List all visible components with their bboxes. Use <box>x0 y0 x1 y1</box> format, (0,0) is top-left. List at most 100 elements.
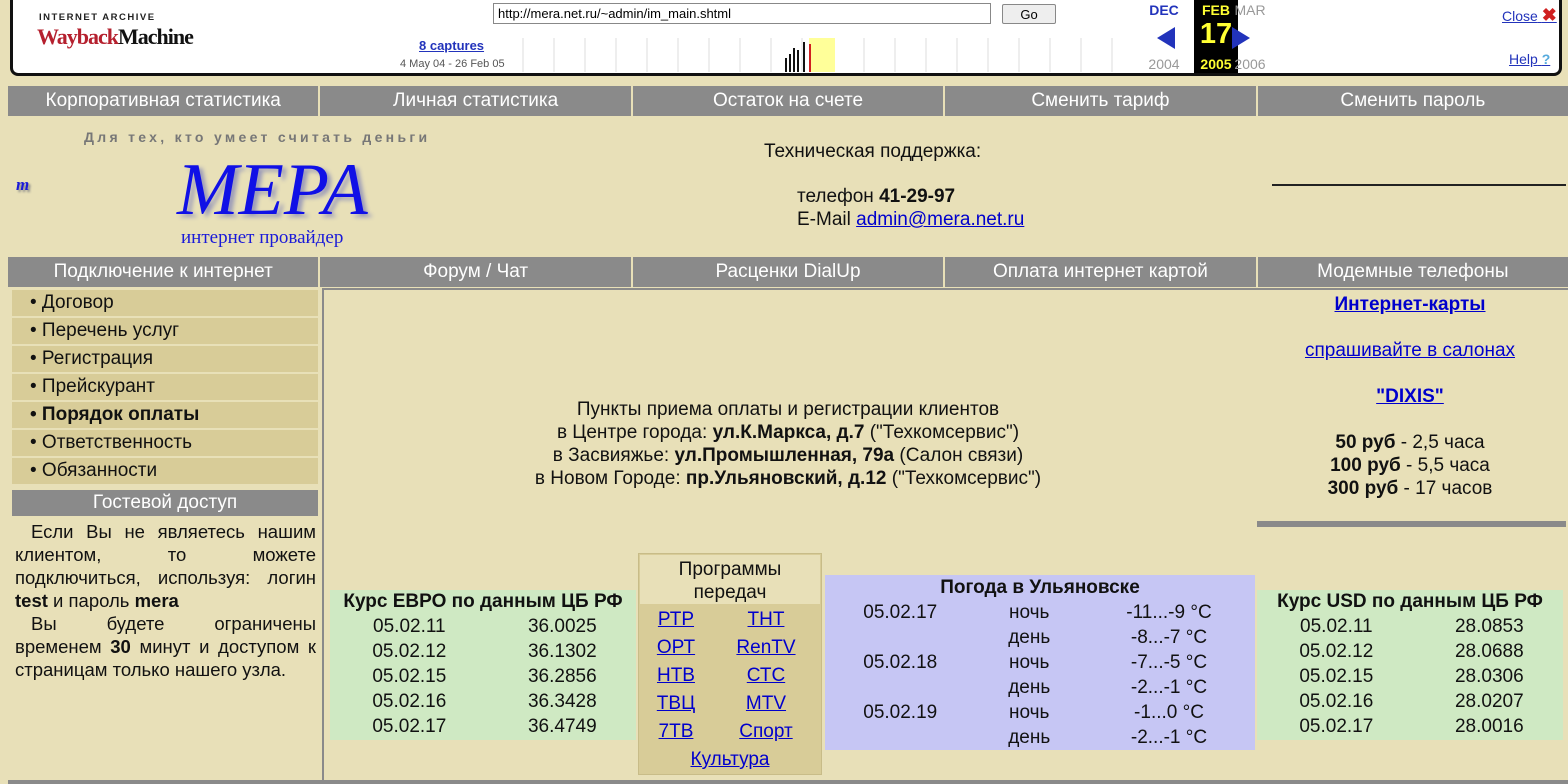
menu-corporate-stats[interactable]: Корпоративная статистика <box>8 86 321 116</box>
table-row: день -2...-1 °C <box>1008 676 1208 698</box>
euro-rates-title: Курс ЕВРО по данным ЦБ РФ <box>343 591 623 612</box>
euro-rates: Курс ЕВРО по данным ЦБ РФ 05.02.11 36.002… <box>330 590 636 740</box>
divider <box>8 780 1568 784</box>
sidebar-item-payment-order[interactable]: • Порядок оплаты <box>12 402 318 428</box>
sidebar-item-contract[interactable]: • Договор <box>12 290 318 316</box>
tv-channel-rentv[interactable]: RenTV <box>736 637 795 658</box>
tv-programs: Программы передач РТР ТНТ ОРТ RenTV НТВ СТС … <box>638 553 822 775</box>
internet-cards: Интернет-карты спрашивайте в салонах "DI… <box>1257 290 1563 500</box>
wayback-prev-arrow-icon[interactable] <box>1157 27 1175 49</box>
email-label: E-Mail <box>797 209 851 230</box>
menu-balance[interactable]: Остаток на счете <box>632 86 946 116</box>
tv-channel-rtr[interactable]: РТР <box>658 609 694 630</box>
sidebar-item-services[interactable]: • Перечень услуг <box>12 318 318 344</box>
menu-modem-phones[interactable]: Модемные телефоны <box>1257 257 1568 287</box>
divider <box>1257 521 1566 527</box>
table-row: 05.02.17 36.4749 <box>372 715 597 737</box>
menu-personal-stats[interactable]: Личная статистика <box>320 86 633 116</box>
tv-channel-tvc[interactable]: ТВЦ <box>657 693 695 714</box>
site-logo: МЕРА <box>177 149 368 231</box>
weather-title: Погода в Ульяновске <box>940 577 1140 598</box>
help-icon: ? <box>1541 51 1551 67</box>
second-menu: Подключение к интернет Форум / Чат Расце… <box>8 257 1568 287</box>
support-email: E-Mail admin@mera.net.ru <box>797 209 1024 231</box>
email-link[interactable]: admin@mera.net.ru <box>856 209 1024 230</box>
usd-rates-title: Курс USD по данным ЦБ РФ <box>1277 591 1543 612</box>
logo-subtitle: интернет провайдер <box>181 227 344 248</box>
tagline: Для тех, кто умеет считать деньги <box>84 129 431 145</box>
tv-channel-7tv[interactable]: 7ТВ <box>659 721 694 742</box>
menu-forum-chat[interactable]: Форум / Чат <box>320 257 633 287</box>
sidebar-item-pricelist[interactable]: • Прейскурант <box>12 374 318 400</box>
table-row: день -2...-1 °C <box>1008 726 1208 748</box>
menu-dialup-rates[interactable]: Расценки DialUp <box>632 257 946 287</box>
wayback-logo-machine: Machine <box>118 24 194 49</box>
guest-password: mera <box>134 590 179 611</box>
sidebar-item-registration[interactable]: • Регистрация <box>12 346 318 372</box>
wayback-help-label: Help <box>1509 51 1538 67</box>
tv-programs-title: Программы передач <box>640 555 820 604</box>
wayback-capture-range: 4 May 04 - 26 Feb 05 <box>400 58 505 70</box>
support-title: Техническая поддержка: <box>764 141 982 162</box>
wayback-url-input[interactable] <box>493 3 991 24</box>
divider <box>1272 184 1566 186</box>
wayback-toolbar: INTERNET ARCHIVE WaybackMachine Go 8 cap… <box>10 0 1562 76</box>
menu-change-password[interactable]: Сменить пароль <box>1257 86 1568 116</box>
tv-channel-ort[interactable]: ОРТ <box>657 637 695 658</box>
logo-small: m <box>16 175 30 194</box>
menu-change-tariff[interactable]: Сменить тариф <box>945 86 1258 116</box>
weather: Погода в Ульяновске 05.02.17 ночь -11...-9… <box>825 575 1255 750</box>
wayback-next-month[interactable]: MAR <box>1225 2 1275 18</box>
tv-channel-ntv[interactable]: НТВ <box>657 665 695 686</box>
phone-label: телефон <box>797 186 874 207</box>
guest-access-text: Если Вы не являетесь нашим клиентом, то … <box>15 520 316 681</box>
payment-point-center: в Центре города: ул.К.Маркса, д.7 ("Техк… <box>556 422 1020 443</box>
wayback-prev-year[interactable]: 2004 <box>1139 56 1189 72</box>
guest-access-title: Гостевой доступ <box>12 490 318 516</box>
tv-channel-sport[interactable]: Спорт <box>739 721 792 742</box>
table-row: 05.02.12 36.1302 <box>372 640 597 662</box>
guest-text-1: Если Вы не являетесь нашим клиентом, то … <box>15 521 316 588</box>
payment-point-new-city: в Новом Городе: пр.Ульяновский, д.12 ("Т… <box>534 468 1042 489</box>
wayback-next-year[interactable]: 2006 <box>1225 56 1275 72</box>
table-row: 05.02.17 28.0016 <box>1299 715 1524 737</box>
payment-point-zasviyazhye: в Засвияжье: ул.Промышленная, 79а (Салон… <box>552 445 1024 466</box>
sidebar: • Договор • Перечень услуг • Регистрация… <box>12 290 318 486</box>
table-row: 05.02.15 36.2856 <box>372 665 597 687</box>
menu-card-payment[interactable]: Оплата интернет картой <box>945 257 1258 287</box>
menu-internet-connection[interactable]: Подключение к интернет <box>8 257 321 287</box>
payment-points: Пункты приема оплаты и регистрации клиен… <box>420 398 1156 490</box>
tv-channel-kultura[interactable]: Культура <box>691 749 770 770</box>
table-row: 05.02.11 28.0853 <box>1300 615 1524 637</box>
phone-number: 41-29-97 <box>879 186 956 207</box>
dixis-link[interactable]: "DIXIS" <box>1376 386 1444 407</box>
wayback-logo[interactable]: WaybackMachine <box>37 24 194 50</box>
wayback-next-arrow-icon[interactable] <box>1232 27 1250 49</box>
card-price-100: 100 руб - 5,5 часа <box>1330 455 1490 476</box>
card-price-300: 300 руб - 17 часов <box>1327 478 1493 499</box>
wayback-capture-sparkline[interactable] <box>513 38 1133 72</box>
wayback-close-link[interactable]: Close ✖ <box>1502 5 1557 26</box>
wayback-captures-link[interactable]: 8 captures <box>419 38 484 53</box>
tv-channel-tnt[interactable]: ТНТ <box>748 609 785 630</box>
wayback-logo-way: Wayback <box>37 24 119 49</box>
support-phone: телефон 41-29-97 <box>797 186 955 208</box>
tv-channel-mtv[interactable]: MTV <box>746 693 786 714</box>
tv-channel-sts[interactable]: СТС <box>747 665 785 686</box>
table-row: 05.02.17 ночь -11...-9 °C <box>863 601 1212 623</box>
table-row: 05.02.11 36.0025 <box>373 615 597 637</box>
sidebar-item-responsibility[interactable]: • Ответственность <box>12 430 318 456</box>
wayback-prev-month[interactable]: DEC <box>1139 2 1189 18</box>
table-row: 05.02.16 28.0207 <box>1299 690 1524 712</box>
table-row: день -8...-7 °C <box>1008 626 1208 648</box>
usd-rates: Курс USD по данным ЦБ РФ 05.02.11 28.0853… <box>1257 590 1563 740</box>
table-row: 05.02.16 36.3428 <box>372 690 597 712</box>
top-menu: Корпоративная статистика Личная статисти… <box>8 86 1568 116</box>
sidebar-item-duties[interactable]: • Обязанности <box>12 458 318 484</box>
wayback-help-link[interactable]: Help ? <box>1509 51 1550 67</box>
ask-in-salons-link[interactable]: спрашивайте в салонах <box>1305 340 1515 361</box>
close-icon: ✖ <box>1541 5 1557 25</box>
wayback-go-button[interactable]: Go <box>1002 4 1056 24</box>
table-row: 05.02.12 28.0688 <box>1299 640 1524 662</box>
internet-cards-link[interactable]: Интернет-карты <box>1335 294 1486 315</box>
